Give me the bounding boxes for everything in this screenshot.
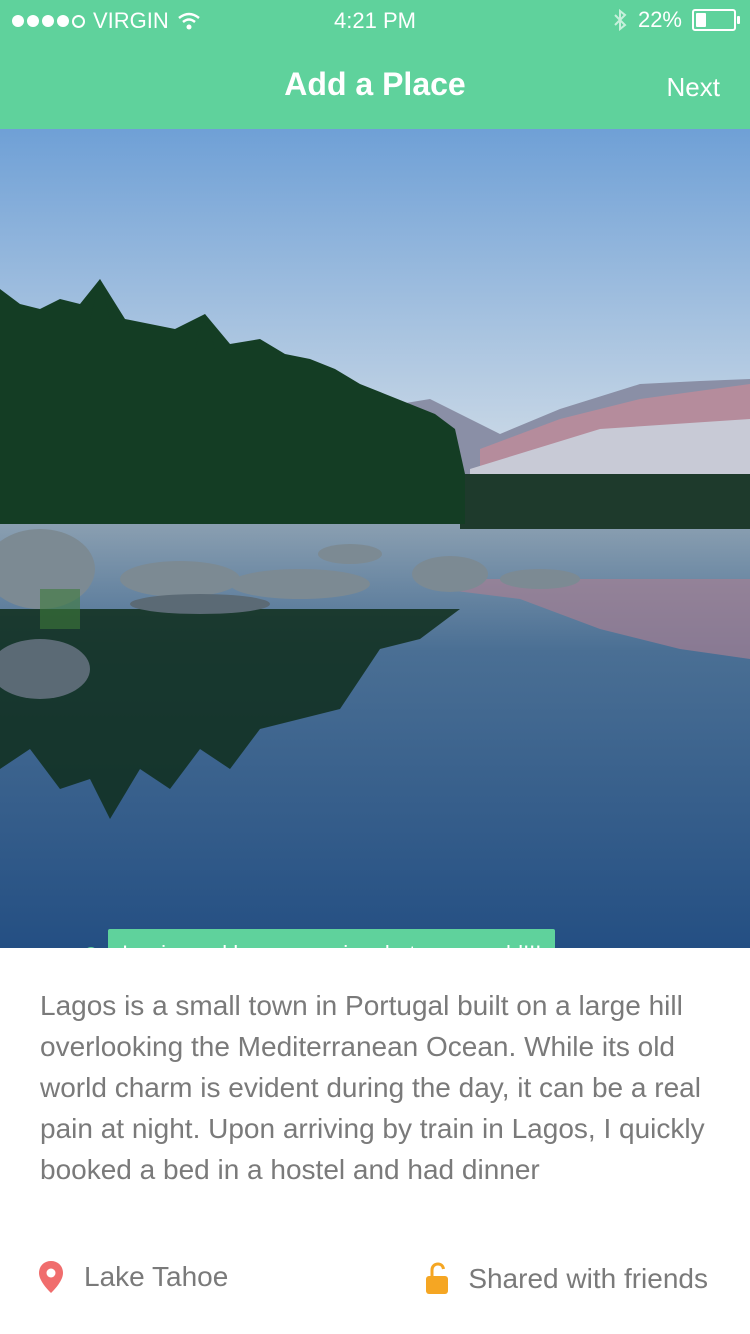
next-button[interactable]: Next xyxy=(667,72,720,103)
page-title: Add a Place xyxy=(284,66,466,102)
photo-caption[interactable]: I swimmed here, amazing, but super cold!… xyxy=(84,929,556,948)
location-label: Lake Tahoe xyxy=(84,1261,229,1292)
status-bar: VIRGIN 4:21 PM 22% xyxy=(0,0,750,40)
nav-header: VIRGIN 4:21 PM 22% Add a Place Next xyxy=(0,0,750,129)
unlocked-padlock-icon xyxy=(426,1262,449,1294)
location-button[interactable]: Lake Tahoe xyxy=(38,1260,228,1294)
place-footer: Lake Tahoe Shared with friends xyxy=(0,1260,750,1316)
privacy-button[interactable]: Shared with friends xyxy=(424,1262,708,1296)
bluetooth-icon xyxy=(614,8,627,32)
place-photo: I swimmed here, amazing, but super cold!… xyxy=(0,129,750,948)
place-description[interactable]: Lagos is a small town in Portugal built … xyxy=(40,985,710,1203)
caption-text: I swimmed here, amazing, but super cold!… xyxy=(108,929,556,948)
privacy-label: Shared with friends xyxy=(468,1263,708,1294)
battery-percent: 22% xyxy=(637,7,682,32)
battery-icon xyxy=(692,9,740,31)
lake-landscape-image xyxy=(0,129,750,948)
caption-anchor-icon xyxy=(84,947,98,948)
status-right: 22% xyxy=(612,7,740,33)
map-pin-icon xyxy=(39,1261,63,1293)
